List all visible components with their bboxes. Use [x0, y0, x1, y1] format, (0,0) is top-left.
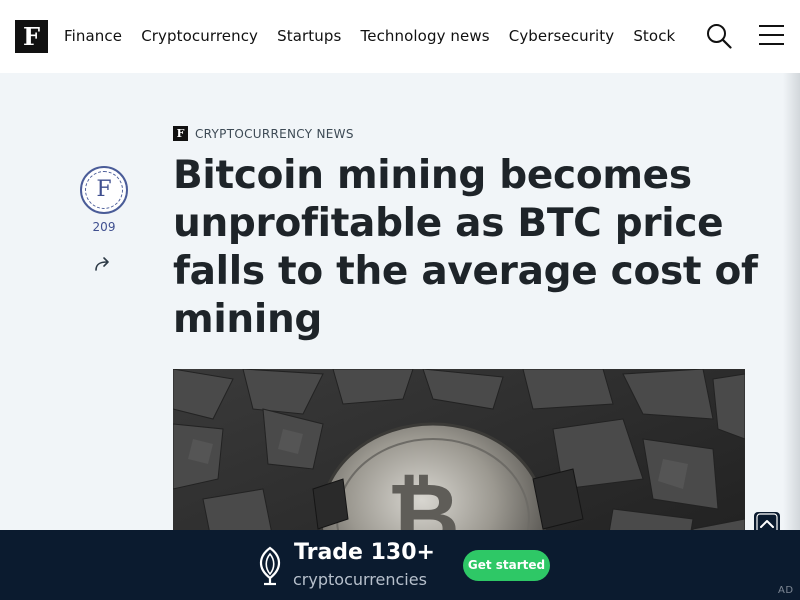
- nav-item-stock[interactable]: Stock: [633, 0, 675, 73]
- avatar-letter: F: [85, 171, 123, 209]
- category-logo: F: [173, 126, 188, 141]
- share-icon[interactable]: [94, 255, 114, 273]
- nav-item-finance[interactable]: Finance: [64, 0, 122, 73]
- hamburger-menu-icon[interactable]: [759, 25, 784, 47]
- scrollbar-track[interactable]: [783, 73, 800, 530]
- comment-count: 209: [92, 220, 116, 234]
- ad-headline: Trade 130+: [294, 540, 435, 565]
- site-logo[interactable]: F: [15, 20, 48, 53]
- article-title: Bitcoin mining becomes unprofitable as B…: [173, 153, 758, 342]
- nav-item-technology-news[interactable]: Technology news: [361, 0, 490, 73]
- ad-label: AD: [778, 585, 794, 596]
- ad-subline: cryptocurrencies: [293, 570, 427, 589]
- search-icon[interactable]: [706, 23, 732, 49]
- category-label: CRYPTOCURRENCY NEWS: [195, 126, 354, 141]
- nav-item-startups[interactable]: Startups: [277, 0, 341, 73]
- nav-item-cybersecurity[interactable]: Cybersecurity: [509, 0, 614, 73]
- article-category[interactable]: F CRYPTOCURRENCY NEWS: [173, 126, 354, 141]
- author-avatar[interactable]: F: [80, 166, 128, 214]
- ad-brand-icon: [255, 546, 285, 586]
- site-header: F Finance Cryptocurrency Startups Techno…: [0, 0, 800, 73]
- nav-item-cryptocurrency[interactable]: Cryptocurrency: [141, 0, 258, 73]
- ad-get-started-button[interactable]: Get started: [463, 550, 550, 581]
- main-nav: Finance Cryptocurrency Startups Technolo…: [64, 0, 700, 73]
